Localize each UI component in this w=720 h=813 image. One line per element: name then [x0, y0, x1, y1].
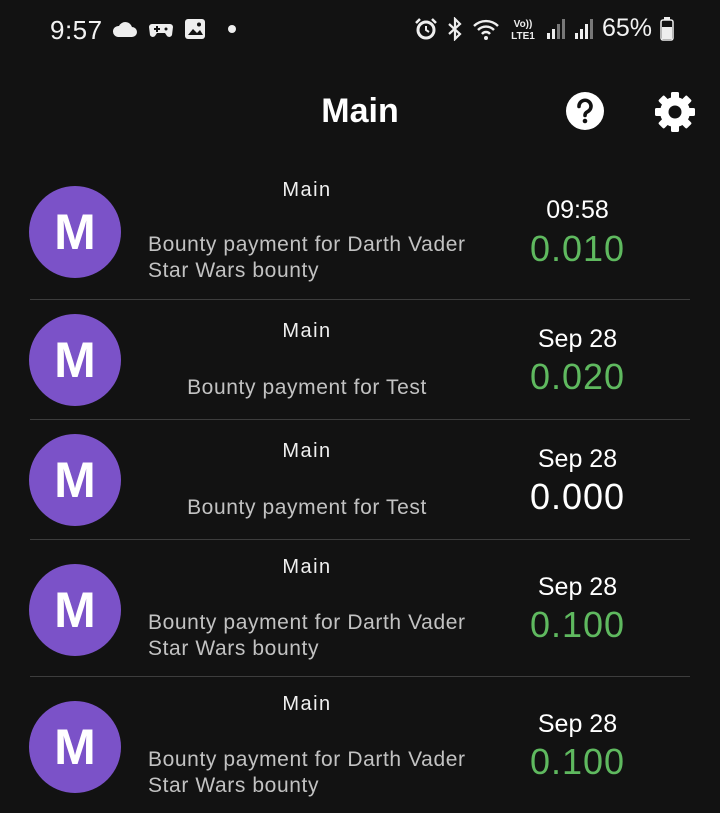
help-circle-icon — [566, 92, 604, 130]
notification-icons — [112, 18, 238, 40]
avatar: M — [29, 186, 121, 278]
gear-icon — [655, 92, 695, 132]
system-icons: Vo)) LTE1 65% — [414, 14, 674, 43]
svg-text:LTE1: LTE1 — [511, 31, 535, 42]
battery-icon — [660, 16, 674, 41]
transaction-amount: 0.100 — [529, 604, 626, 645]
help-button[interactable] — [565, 91, 605, 131]
transaction-row[interactable]: M Main Bounty payment for Test Sep 28 0.… — [0, 300, 720, 420]
account-name: Main — [282, 320, 332, 342]
transaction-memo: Bounty payment for Darth Vader Star Wars… — [148, 233, 466, 282]
app-bar: Main — [0, 62, 720, 162]
transaction-memo: Bounty payment for Darth Vader Star Wars… — [148, 611, 466, 660]
transaction-row[interactable]: M Main Bounty payment for Darth Vader St… — [0, 677, 720, 813]
transaction-date: Sep 28 — [537, 573, 618, 601]
avatar: M — [29, 701, 121, 793]
cloud-icon — [112, 22, 137, 37]
status-bar: 9:57 Vo)) LTE1 65% — [0, 0, 720, 62]
transaction-memo: Bounty payment for Test — [187, 496, 427, 519]
signal-icon — [546, 18, 565, 39]
transaction-amount: 0.010 — [529, 228, 626, 269]
settings-button[interactable] — [654, 91, 696, 133]
wifi-icon — [473, 19, 499, 40]
account-name: Main — [282, 556, 332, 578]
transaction-date: Sep 28 — [537, 710, 618, 738]
dot-icon — [228, 25, 236, 33]
transaction-memo: Bounty payment for Test — [187, 376, 427, 399]
transaction-amount: 0.020 — [529, 356, 626, 397]
network-label: Vo))LTE1 — [511, 19, 535, 42]
svg-text:Vo)): Vo)) — [514, 19, 533, 30]
alarm-icon — [415, 17, 437, 39]
transaction-date: 09:58 — [546, 196, 609, 224]
image-icon — [185, 19, 205, 39]
controller-icon — [149, 24, 173, 37]
signal-icon-2 — [574, 18, 593, 39]
transaction-row[interactable]: M Main Bounty payment for Darth Vader St… — [0, 162, 720, 300]
transaction-list: M Main Bounty payment for Darth Vader St… — [0, 162, 720, 813]
battery-percent: 65% — [601, 14, 652, 42]
page-title: Main — [321, 92, 399, 130]
transaction-memo: Bounty payment for Darth Vader Star Wars… — [148, 748, 466, 797]
avatar: M — [29, 314, 121, 406]
account-name: Main — [282, 179, 332, 201]
account-name: Main — [282, 693, 332, 715]
transaction-amount: 0.000 — [529, 476, 626, 517]
account-name: Main — [282, 440, 332, 462]
status-time: 9:57 — [50, 15, 103, 45]
transaction-amount: 0.100 — [529, 741, 626, 782]
transaction-date: Sep 28 — [537, 325, 618, 353]
transaction-row[interactable]: M Main Bounty payment for Darth Vader St… — [0, 540, 720, 677]
bluetooth-icon — [448, 16, 462, 41]
transaction-row[interactable]: M Main Bounty payment for Test Sep 28 0.… — [0, 420, 720, 540]
transaction-date: Sep 28 — [537, 445, 618, 473]
avatar: M — [29, 564, 121, 656]
avatar: M — [29, 434, 121, 526]
